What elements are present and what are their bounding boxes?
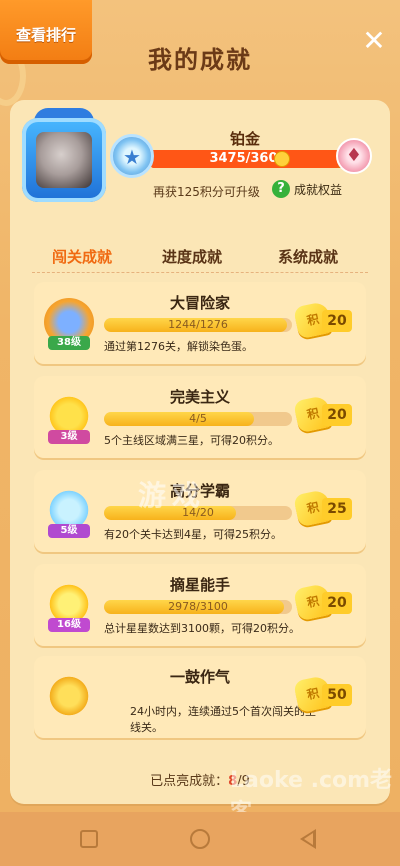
platinum-badge-icon: ★: [110, 134, 154, 178]
rights-label: 成就权益: [294, 182, 343, 197]
reward-points: 20: [322, 310, 352, 332]
reward-badge: 积 20: [293, 300, 352, 340]
system-nav-bar: [0, 812, 400, 866]
next-rank-badge-icon: ♦: [336, 138, 372, 174]
tab-level-achievements[interactable]: 闯关成就: [52, 246, 112, 267]
achievement-card[interactable]: 3级 完美主义 4/5 5个主线区域满三星，可得20积分。 积 20: [34, 376, 366, 458]
page-title: 我的成就: [148, 46, 252, 74]
reward-badge: 积 50: [293, 674, 352, 714]
home-icon[interactable]: [190, 829, 210, 849]
lit-label: 已点亮成就：: [150, 774, 229, 789]
achievement-card[interactable]: 38级 大冒险家 1244/1276 通过第1276关，解锁染色蛋。 积 20: [34, 282, 366, 364]
level-badge: 16级: [48, 618, 90, 632]
back-icon[interactable]: [300, 829, 316, 849]
tab-bar: 闯关成就 进度成就 系统成就: [30, 246, 370, 270]
score-text: 3475/3600: [209, 151, 287, 166]
upgrade-hint: 再获125积分可升级: [153, 185, 260, 199]
reward-points: 50: [322, 684, 352, 706]
tab-progress-achievements[interactable]: 进度成就: [162, 246, 222, 267]
reward-points: 25: [322, 498, 352, 520]
reward-points: 20: [322, 592, 352, 614]
achievement-description: 5个主线区域满三星，可得20积分。: [104, 434, 279, 447]
rights-button[interactable]: ? 成就权益: [272, 180, 342, 198]
achievement-card[interactable]: 一鼓作气 24小时内，连续通过5个首次闯关的主线关。 积 50: [34, 656, 366, 738]
rank-name: 铂金: [229, 130, 260, 148]
reward-badge: 积 20: [293, 582, 352, 622]
watermark-center: 游戏: [138, 479, 207, 512]
achievement-description: 总计星星数达到3100颗，可得20积分。: [104, 622, 300, 635]
tab-divider: [32, 272, 368, 273]
tab-system-achievements[interactable]: 系统成就: [278, 246, 338, 267]
level-badge: 5级: [48, 524, 90, 538]
reward-badge: 积 25: [293, 488, 352, 528]
achievement-progress-text: 1244/1276: [168, 318, 228, 331]
achievement-card[interactable]: 16级 摘星能手 2978/3100 总计星星数达到3100颗，可得20积分。 …: [34, 564, 366, 646]
achievement-progress-text: 2978/3100: [168, 600, 228, 613]
recent-apps-icon[interactable]: [80, 830, 98, 848]
achievement-description: 通过第1276关，解锁染色蛋。: [104, 340, 253, 353]
level-badge: 3级: [48, 430, 90, 444]
level-badge: 38级: [48, 336, 90, 350]
close-icon[interactable]: ✕: [362, 27, 386, 55]
achievement-progress-text: 4/5: [189, 412, 207, 425]
avatar: [36, 132, 92, 188]
achievement-description: 有20个关卡达到4星，可得25积分。: [104, 528, 282, 541]
reward-badge: 积 20: [293, 394, 352, 434]
score-progress-bar: 3475/3600: [150, 150, 346, 168]
achievement-description: 24小时内，连续通过5个首次闯关的主线关。: [130, 705, 316, 734]
question-icon: ?: [272, 180, 290, 198]
reward-points: 20: [322, 404, 352, 426]
coin-icon: [274, 151, 290, 167]
